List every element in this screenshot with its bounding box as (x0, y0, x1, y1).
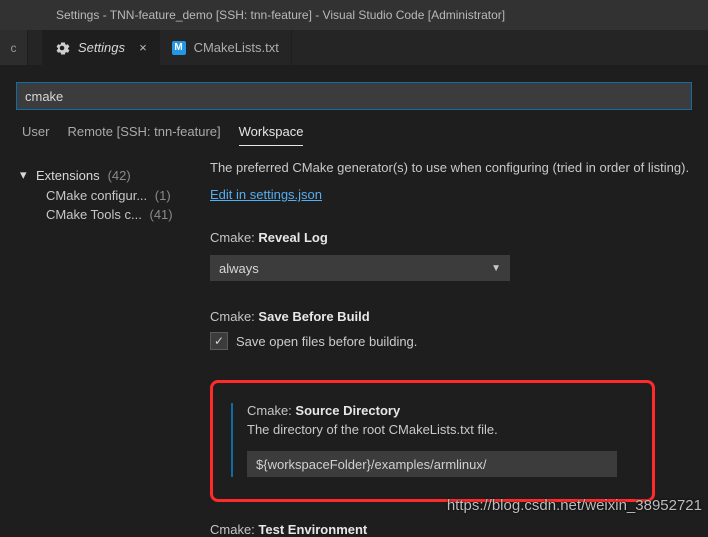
editor-tabs: c Settings × M CMakeLists.txt (0, 30, 708, 66)
gear-icon (54, 40, 70, 56)
sidebar-item-cmake-tools[interactable]: CMake Tools c... (41) (20, 205, 202, 224)
sidebar-item-count: (1) (151, 188, 171, 203)
setting-save-before-build-title: Cmake: Save Before Build (210, 309, 698, 324)
chevron-down-icon: ▾ (20, 167, 32, 183)
tab-cmakelists[interactable]: M CMakeLists.txt (160, 30, 292, 65)
setting-source-directory-input[interactable] (247, 451, 617, 477)
setting-source-directory-title: Cmake: Source Directory (247, 403, 626, 418)
settings-body: ▾ Extensions (42) CMake configur... (1) … (0, 146, 708, 537)
setting-source-directory: Cmake: Source Directory The directory of… (231, 403, 626, 477)
chevron-down-icon: ▼ (491, 263, 501, 274)
sidebar-item-count: (42) (104, 168, 131, 183)
scope-remote[interactable]: Remote [SSH: tnn-feature] (67, 124, 220, 146)
setting-test-environment-title: Cmake: Test Environment (210, 522, 698, 537)
checkbox-save-before-build[interactable]: ✓ (210, 332, 228, 350)
scope-user[interactable]: User (22, 124, 49, 146)
sidebar-item-extensions[interactable]: ▾ Extensions (42) (20, 164, 202, 186)
window-titlebar: Settings - TNN-feature_demo [SSH: tnn-fe… (0, 0, 708, 30)
window-title: Settings - TNN-feature_demo [SSH: tnn-fe… (56, 8, 505, 22)
highlight-annotation: Cmake: Source Directory The directory of… (210, 380, 655, 502)
settings-main: The preferred CMake generator(s) to use … (210, 160, 708, 537)
settings-sidebar: ▾ Extensions (42) CMake configur... (1) … (0, 160, 210, 537)
tab-stub[interactable]: c (0, 30, 28, 65)
tab-settings[interactable]: Settings × (42, 30, 160, 65)
tab-label: Settings (78, 40, 125, 55)
settings-search-input[interactable] (16, 82, 692, 110)
select-value: always (219, 261, 259, 276)
settings-scope-tabs: User Remote [SSH: tnn-feature] Workspace (0, 110, 708, 146)
watermark: https://blog.csdn.net/weixin_38952721 (447, 497, 702, 514)
setting-reveal-log-title: Cmake: Reveal Log (210, 230, 698, 245)
sidebar-item-label: Extensions (36, 168, 100, 183)
close-icon[interactable]: × (133, 40, 147, 55)
sidebar-item-label: CMake Tools c... (46, 207, 142, 222)
sidebar-item-label: CMake configur... (46, 188, 147, 203)
sidebar-item-count: (41) (145, 207, 172, 222)
edit-in-settings-json-link[interactable]: Edit in settings.json (210, 187, 322, 202)
setting-source-directory-desc: The directory of the root CMakeLists.txt… (247, 422, 626, 437)
scope-workspace[interactable]: Workspace (239, 124, 304, 146)
tab-label: CMakeLists.txt (194, 40, 279, 55)
setting-save-before-build-row: ✓ Save open files before building. (210, 332, 698, 350)
setting-reveal-log-select[interactable]: always ▼ (210, 255, 510, 281)
sidebar-item-cmake-config[interactable]: CMake configur... (1) (20, 186, 202, 205)
settings-search-wrap (0, 66, 708, 110)
checkbox-label: Save open files before building. (236, 334, 417, 349)
setting-generators-desc: The preferred CMake generator(s) to use … (210, 160, 698, 175)
cmake-file-icon: M (172, 41, 186, 55)
